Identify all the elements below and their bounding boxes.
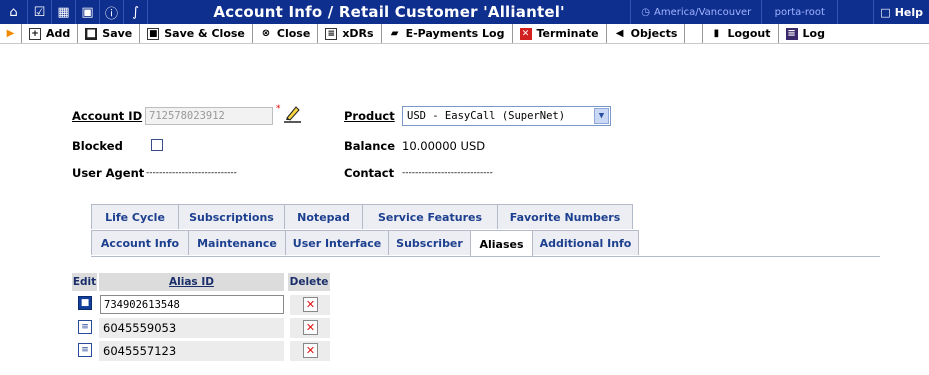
close-button[interactable]: ⊗ Close	[253, 24, 319, 43]
user-link[interactable]: porta-root	[761, 0, 837, 24]
terminate-button[interactable]: ✕ Terminate	[513, 24, 607, 43]
plus-icon: +	[29, 27, 41, 40]
objects-label: Objects	[630, 27, 678, 40]
layout-icon[interactable]: ▦	[52, 0, 76, 24]
tab-subscriptions[interactable]: Subscriptions	[178, 204, 285, 229]
objects-icon: ◀	[615, 27, 624, 39]
xdrs-label: xDRs	[342, 27, 374, 40]
user-agent-value: ----------------------------	[146, 168, 237, 178]
log-icon: ≡	[785, 27, 798, 40]
chart-icon[interactable]: ∫	[124, 0, 148, 24]
delete-icon[interactable]: ✕	[303, 297, 318, 312]
tab-divider	[91, 256, 880, 257]
epayments-label: E-Payments Log	[405, 27, 505, 40]
save-close-button[interactable]: ■ Save & Close	[140, 24, 253, 43]
epayments-log-button[interactable]: ▰ E-Payments Log	[382, 24, 513, 43]
close-label: Close	[276, 27, 311, 40]
tab-notepad[interactable]: Notepad	[284, 204, 363, 229]
disk-icon: ■	[147, 27, 160, 40]
terminate-icon: ✕	[519, 27, 532, 40]
product-select[interactable]: USD - EasyCall (SuperNet) ▼	[402, 106, 611, 126]
edit-row-icon[interactable]: ≡	[78, 343, 92, 357]
account-id-label: Account ID	[72, 109, 143, 123]
contact-value: ----------------------------	[402, 168, 493, 178]
logout-icon: ▮	[713, 27, 720, 39]
tab-account-info[interactable]: Account Info	[91, 230, 189, 255]
save-row-icon[interactable]: ■	[78, 296, 92, 310]
tab-service-features[interactable]: Service Features	[362, 204, 498, 229]
delete-column-header: Delete	[288, 273, 330, 291]
product-label: Product	[344, 109, 395, 123]
tab-life-cycle[interactable]: Life Cycle	[91, 204, 179, 229]
logout-button[interactable]: ▮ Logout	[703, 24, 779, 43]
delete-icon[interactable]: ✕	[303, 320, 318, 335]
dollar-icon[interactable]: ▣	[76, 0, 100, 24]
objects-button[interactable]: ◀ Objects	[607, 24, 686, 43]
page-title: Account Info / Retail Customer 'Alliante…	[213, 3, 565, 21]
tab-aliases[interactable]: Aliases	[470, 230, 533, 257]
log-label: Log	[802, 27, 825, 40]
alias-id-value: 6045559053	[103, 321, 177, 335]
alias-id-value: 6045557123	[103, 344, 177, 358]
add-button[interactable]: + Add	[22, 24, 79, 43]
help-icon: □	[880, 5, 891, 19]
blocked-label: Blocked	[72, 139, 123, 153]
clock-icon: ◷	[641, 6, 650, 18]
contact-label: Contact	[344, 166, 395, 180]
alias-id-input[interactable]	[100, 295, 284, 314]
balance-label: Balance	[344, 139, 396, 153]
save-button[interactable]: ■ Save	[78, 24, 141, 43]
balance-value: 10.00000 USD	[402, 139, 486, 153]
topbar-spacer	[837, 0, 873, 24]
account-id-field[interactable]	[145, 107, 273, 125]
logout-label: Logout	[727, 27, 771, 40]
play-icon: ▶	[0, 24, 22, 43]
timezone-label: America/Vancouver	[653, 6, 752, 18]
toolbar-spacer	[685, 24, 704, 43]
terminate-label: Terminate	[536, 27, 599, 40]
list-icon: ≡	[325, 27, 338, 40]
save-label: Save	[102, 27, 133, 40]
xdrs-button[interactable]: ≡ xDRs	[318, 24, 382, 43]
tab-row-1: Life Cycle Subscriptions Notepad Service…	[91, 204, 633, 229]
required-marker: *	[276, 104, 281, 114]
tab-additional-info[interactable]: Additional Info	[532, 230, 639, 255]
help-link[interactable]: □ Help	[873, 0, 929, 24]
tab-maintenance[interactable]: Maintenance	[188, 230, 286, 255]
delete-icon[interactable]: ✕	[303, 343, 318, 358]
toolbar: ▶ + Add ■ Save ■ Save & Close ⊗ Close ≡ …	[0, 24, 929, 44]
title-bar: ⌂ ☑ ▦ ▣ ⓘ ∫ Account Info / Retail Custom…	[0, 0, 929, 24]
edit-row-icon[interactable]: ≡	[78, 320, 92, 334]
edit-column-header: Edit	[72, 273, 97, 291]
log-button[interactable]: ≡ Log	[779, 24, 832, 43]
disk-icon: ■	[85, 27, 98, 40]
checkbox-icon[interactable]: ☑	[28, 0, 52, 24]
product-value: USD - EasyCall (SuperNet)	[407, 110, 566, 122]
close-icon: ⊗	[261, 27, 271, 39]
user-agent-label: User Agent	[72, 166, 145, 180]
help-label: Help	[894, 5, 923, 19]
add-label: Add	[46, 27, 71, 40]
edit-pencil-icon[interactable]	[282, 103, 302, 123]
tab-row-2: Account Info Maintenance User Interface …	[91, 230, 639, 257]
tab-user-interface[interactable]: User Interface	[285, 230, 389, 255]
alias-id-column-header[interactable]: Alias ID	[99, 273, 284, 291]
payment-icon: ▰	[390, 27, 399, 39]
tab-subscriber[interactable]: Subscriber	[388, 230, 471, 255]
home-icon[interactable]: ⌂	[0, 0, 28, 24]
tab-favorite-numbers[interactable]: Favorite Numbers	[497, 204, 633, 229]
chevron-down-icon[interactable]: ▼	[594, 108, 609, 124]
blocked-checkbox[interactable]	[151, 139, 163, 151]
save-close-label: Save & Close	[164, 27, 245, 40]
info-icon[interactable]: ⓘ	[100, 0, 124, 24]
timezone-link[interactable]: ◷ America/Vancouver	[630, 0, 761, 24]
